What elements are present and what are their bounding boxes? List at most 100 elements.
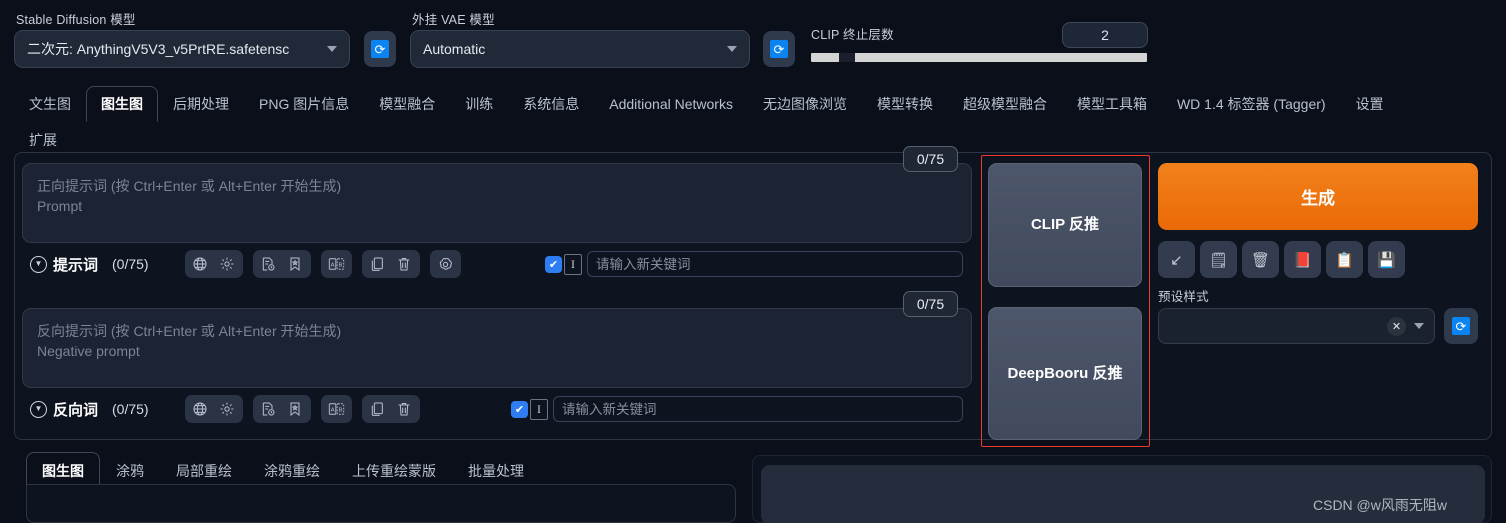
chevron-down-icon	[327, 46, 337, 52]
tab-extras[interactable]: 后期处理	[158, 86, 244, 122]
history-icon[interactable]	[255, 396, 282, 422]
negative-icon-group-4	[361, 395, 420, 423]
slider-track[interactable]	[811, 53, 1147, 62]
sd-model-value: 二次元: AnythingV5V3_v5PrtRE.safetensc	[27, 41, 290, 57]
copy-icon[interactable]	[364, 251, 391, 277]
book-icon[interactable]: 📕	[1284, 241, 1321, 278]
positive-toolbar: ▼ 提示词 (0/75) A B	[30, 250, 461, 278]
tab-checkpoint-merger[interactable]: 模型融合	[364, 86, 450, 122]
trash-icon[interactable]	[391, 396, 418, 422]
tab-supermerger[interactable]: 超级模型融合	[948, 86, 1062, 122]
text-cursor-icon[interactable]: I	[530, 398, 548, 420]
clipboard-icon[interactable]: 📋	[1326, 241, 1363, 278]
positive-prompt-placeholder-line1: 正向提示词 (按 Ctrl+Enter 或 Alt+Enter 开始生成)	[37, 178, 342, 194]
top-bar: Stable Diffusion 模型 二次元: AnythingV5V3_v5…	[0, 0, 1506, 82]
negative-keyword-row: ✔ I	[511, 396, 963, 422]
chevron-down-icon	[727, 46, 737, 52]
refresh-icon: ⟳	[371, 40, 389, 58]
bookmark-star-icon[interactable]	[282, 251, 309, 277]
negative-section-title: 反向词	[53, 401, 99, 419]
gear-icon[interactable]	[214, 396, 241, 422]
svg-text:A: A	[330, 408, 334, 414]
positive-keyword-row: ✔ I	[545, 251, 963, 277]
tab-model-toolkit[interactable]: 模型工具箱	[1062, 86, 1162, 122]
trash-glyph: 🗑	[1250, 251, 1271, 269]
svg-text:A: A	[330, 263, 334, 269]
styles-refresh-button[interactable]: ⟳	[1444, 308, 1478, 344]
chevron-down-icon[interactable]	[1414, 323, 1424, 329]
negative-prompt-placeholder-line2: Negative prompt	[37, 343, 140, 359]
tab-txt2img[interactable]: 文生图	[14, 86, 86, 122]
history-icon[interactable]	[255, 251, 282, 277]
negative-token-counter: 0/75	[903, 291, 958, 317]
negative-prompt-textarea[interactable]: 反向提示词 (按 Ctrl+Enter 或 Alt+Enter 开始生成) Ne…	[22, 308, 972, 388]
svg-text:B: B	[338, 263, 342, 269]
clip-interrogate-button[interactable]: CLIP 反推	[988, 163, 1142, 287]
arrow-down-left-icon[interactable]: ↙	[1158, 241, 1195, 278]
main-tab-bar[interactable]: 文生图 图生图 后期处理 PNG 图片信息 模型融合 训练 系统信息 Addit…	[14, 86, 1414, 158]
tab-system-info[interactable]: 系统信息	[508, 86, 594, 122]
globe-icon[interactable]	[187, 396, 214, 422]
negative-icon-group-3: A B	[320, 395, 352, 423]
negative-icon-group-1	[184, 395, 243, 423]
save-glyph: 💾	[1377, 251, 1396, 269]
trash-icon[interactable]: 🗑	[1242, 241, 1279, 278]
tab-infinite-image-browsing[interactable]: 无边图像浏览	[748, 86, 862, 122]
styles-dropdown[interactable]: ✕	[1158, 308, 1435, 344]
positive-icon-group-5	[429, 250, 461, 278]
chevron-down-icon[interactable]: ▼	[30, 400, 47, 418]
sd-model-refresh-button[interactable]: ⟳	[364, 31, 396, 67]
deepbooru-interrogate-button[interactable]: DeepBooru 反推	[988, 307, 1142, 440]
paste-glyph: 🗒	[1208, 251, 1229, 269]
positive-keyword-input[interactable]	[587, 251, 963, 277]
copy-icon[interactable]	[364, 396, 391, 422]
clip-skip-value[interactable]: 2	[1062, 22, 1148, 48]
positive-section-count: (0/75)	[112, 256, 149, 272]
vae-value: Automatic	[423, 41, 486, 57]
text-cursor-icon[interactable]: I	[564, 253, 582, 275]
tab-model-converter[interactable]: 模型转换	[862, 86, 948, 122]
save-icon[interactable]: 💾	[1368, 241, 1405, 278]
positive-icon-group-3: A B	[320, 250, 352, 278]
negative-section-header[interactable]: ▼ 反向词 (0/75)	[30, 399, 149, 420]
vae-label: 外挂 VAE 模型	[412, 13, 495, 27]
slider-thumb[interactable]	[839, 53, 855, 62]
tab-wd-tagger[interactable]: WD 1.4 标签器 (Tagger)	[1162, 86, 1341, 122]
tab-settings[interactable]: 设置	[1341, 86, 1399, 122]
refresh-icon: ⟳	[770, 40, 788, 58]
clip-skip-slider[interactable]	[811, 53, 1147, 62]
sd-model-dropdown[interactable]: 二次元: AnythingV5V3_v5PrtRE.safetensc	[14, 30, 350, 68]
vae-refresh-button[interactable]: ⟳	[763, 31, 795, 67]
positive-section-title: 提示词	[53, 256, 99, 274]
tab-img2img[interactable]: 图生图	[86, 86, 158, 122]
vae-dropdown[interactable]: Automatic	[410, 30, 750, 68]
bookmark-star-icon[interactable]	[282, 396, 309, 422]
clear-x-icon[interactable]: ✕	[1387, 316, 1406, 336]
negative-section-count: (0/75)	[112, 401, 149, 417]
chevron-down-icon[interactable]: ▼	[30, 255, 47, 273]
paste-icon[interactable]: 🗒	[1200, 241, 1237, 278]
img2img-canvas-pane[interactable]	[26, 484, 736, 523]
watermark: CSDN @w风雨无阻w	[1313, 497, 1447, 513]
positive-section-header[interactable]: ▼ 提示词 (0/75)	[30, 254, 149, 275]
openai-spiral-icon[interactable]	[432, 251, 459, 277]
trash-icon[interactable]	[391, 251, 418, 277]
positive-prompt-textarea[interactable]: 正向提示词 (按 Ctrl+Enter 或 Alt+Enter 开始生成) Pr…	[22, 163, 972, 243]
negative-keyword-input[interactable]	[553, 396, 963, 422]
translate-ab-icon[interactable]: A B	[323, 396, 350, 422]
positive-keyword-checkbox[interactable]: ✔	[545, 255, 562, 273]
negative-keyword-checkbox[interactable]: ✔	[511, 400, 528, 418]
tab-additional-networks[interactable]: Additional Networks	[594, 88, 748, 120]
negative-toolbar: ▼ 反向词 (0/75) A B	[30, 395, 420, 423]
gear-icon[interactable]	[214, 251, 241, 277]
positive-token-counter: 0/75	[903, 146, 958, 172]
tab-train[interactable]: 训练	[450, 86, 508, 122]
styles-label: 预设样式	[1158, 290, 1209, 304]
positive-icon-group-4	[361, 250, 420, 278]
stable-diffusion-webui: Stable Diffusion 模型 二次元: AnythingV5V3_v5…	[0, 0, 1506, 523]
tab-png-info[interactable]: PNG 图片信息	[244, 86, 364, 122]
generate-button[interactable]: 生成	[1158, 163, 1478, 230]
globe-icon[interactable]	[187, 251, 214, 277]
translate-ab-icon[interactable]: A B	[323, 251, 350, 277]
refresh-icon: ⟳	[1452, 317, 1470, 335]
